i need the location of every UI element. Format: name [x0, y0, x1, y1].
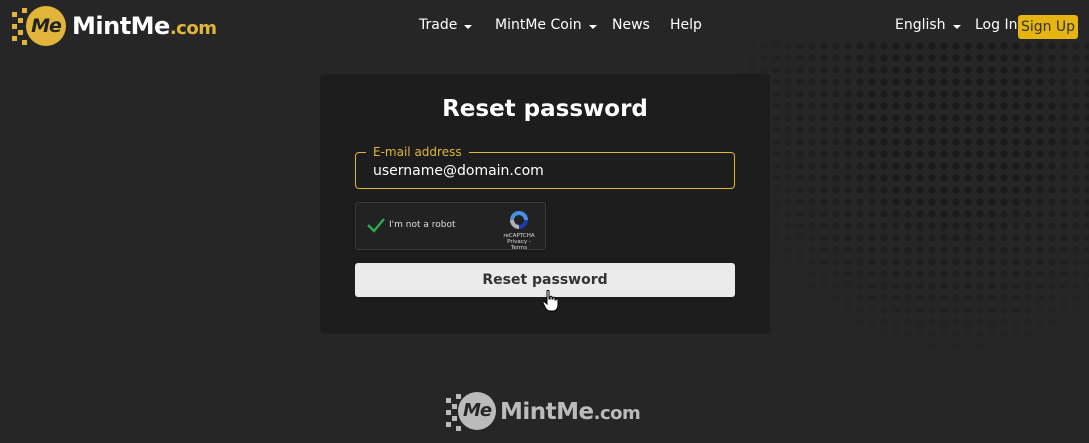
- email-input[interactable]: [373, 153, 723, 188]
- footer-wordmark: MintMe.com: [500, 399, 641, 425]
- login-label: Log In: [975, 17, 1018, 33]
- logo-wordmark: MintMe.com: [72, 12, 217, 40]
- chevron-down-icon: [952, 25, 961, 29]
- nav-mintme-coin[interactable]: MintMe Coin: [495, 17, 597, 33]
- language-selector[interactable]: English: [895, 17, 961, 33]
- login-link[interactable]: Log In: [975, 17, 1017, 33]
- chevron-down-icon: [464, 25, 473, 29]
- recaptcha-widget: I'm not a robot reCAPTCHA Privacy - Term…: [355, 202, 546, 251]
- page-title: Reset password: [442, 96, 648, 122]
- brand-logo[interactable]: Me MintMe.com: [10, 4, 217, 48]
- logo-domain: .com: [169, 18, 217, 39]
- footer-logo-mark-icon: Me: [446, 392, 498, 432]
- signup-button[interactable]: Sign Up: [1018, 15, 1078, 39]
- nav-mintme-coin-label: MintMe Coin: [495, 17, 582, 33]
- nav-trade[interactable]: Trade: [419, 17, 473, 33]
- recaptcha-label: I'm not a robot: [389, 220, 456, 230]
- nav-news[interactable]: News: [612, 17, 650, 33]
- hand-pointer-icon: [542, 290, 559, 312]
- footer-logo-name: MintMe: [500, 399, 594, 425]
- nav-help[interactable]: Help: [670, 17, 702, 33]
- checkmark-icon[interactable]: [366, 215, 386, 235]
- nav-trade-label: Trade: [419, 17, 458, 33]
- footer-logo-domain: .com: [593, 403, 641, 424]
- nav-help-label: Help: [670, 17, 702, 33]
- logo-coin: Me: [26, 6, 66, 46]
- recaptcha-links[interactable]: Privacy - Terms: [499, 239, 539, 251]
- logo-mark-icon: Me: [10, 4, 70, 48]
- footer-logo[interactable]: Me MintMe.com: [446, 392, 641, 432]
- footer-logo-coin: Me: [458, 392, 496, 430]
- recaptcha-logo-icon: [510, 211, 528, 229]
- top-navigation: Me MintMe.com Trade MintMe Coin News Hel…: [0, 0, 1089, 54]
- email-field: E-mail address: [355, 144, 735, 189]
- chevron-down-icon: [588, 25, 597, 29]
- recaptcha-brand: reCAPTCHA Privacy - Terms: [499, 233, 539, 251]
- nav-news-label: News: [612, 17, 650, 33]
- language-label: English: [895, 17, 946, 33]
- logo-name: MintMe: [72, 12, 170, 40]
